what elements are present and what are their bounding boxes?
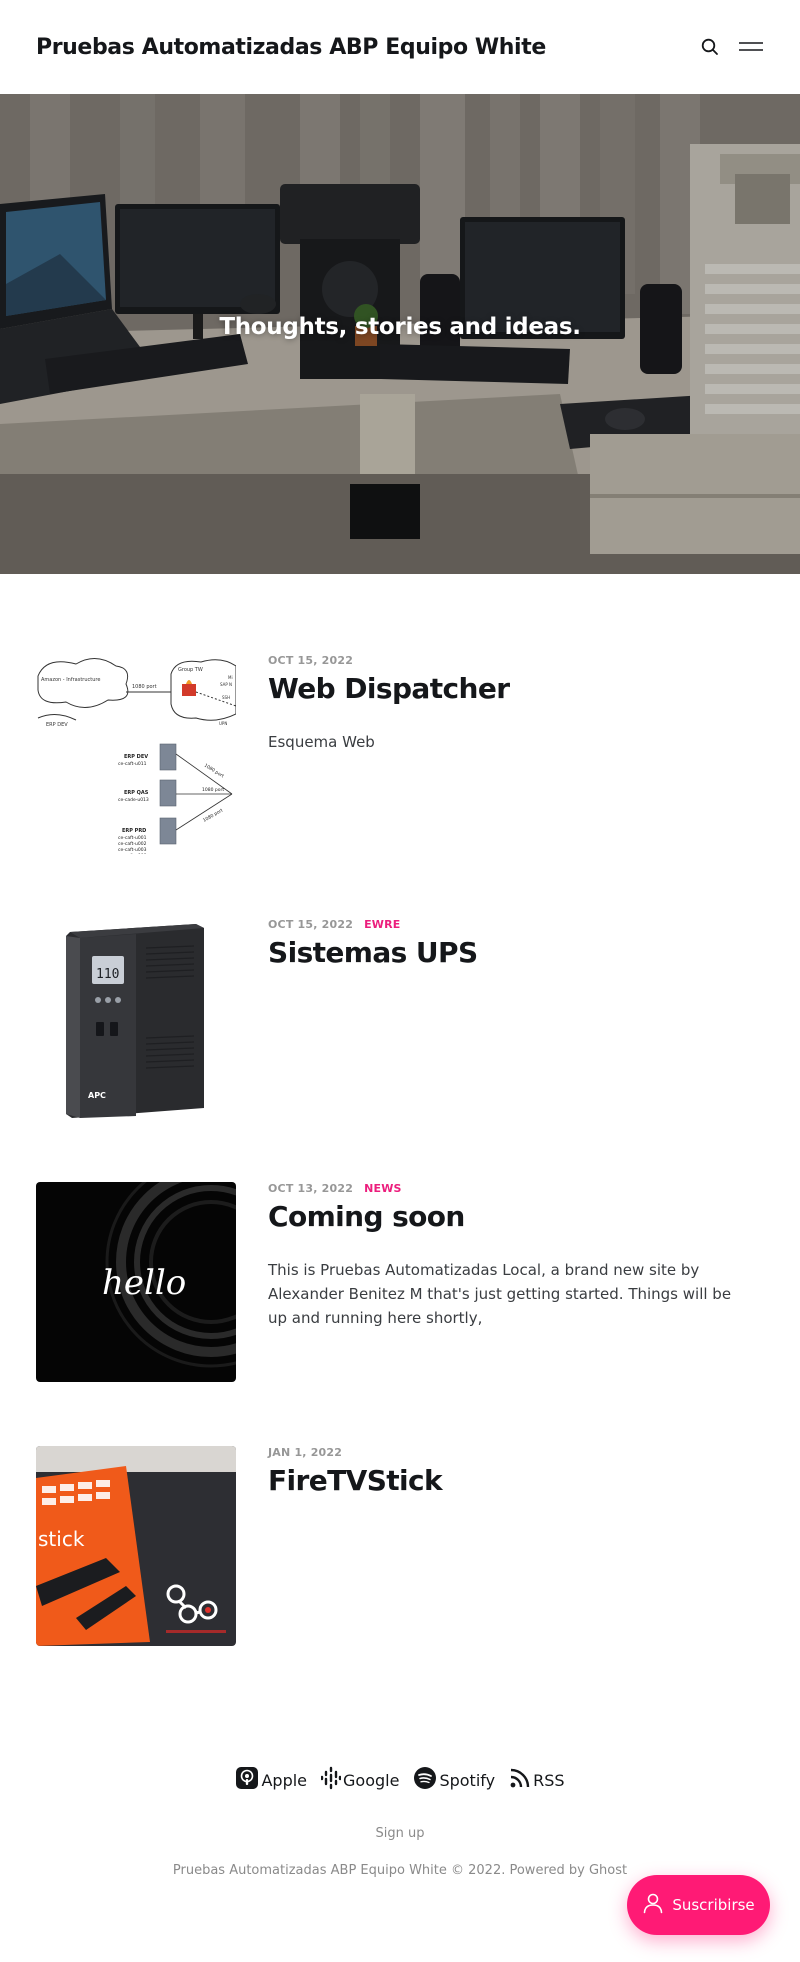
post-title[interactable]: Coming soon [268, 1200, 465, 1233]
hero-tagline: Thoughts, stories and ideas. [219, 314, 581, 340]
ups-display: 110 [96, 967, 119, 982]
search-icon[interactable] [700, 37, 720, 57]
post-meta: OCT 15, 2022 EWRE [268, 918, 401, 931]
post-card[interactable]: Amazon - Infrastructure 1080 port Group … [36, 654, 764, 854]
post-meta: JAN 1, 2022 [268, 1446, 342, 1459]
diagram-label: Amazon - Infrastructure [41, 677, 100, 683]
post-date: OCT 13, 2022 [268, 1182, 354, 1195]
post-date: OCT 15, 2022 [268, 918, 354, 931]
post-image[interactable]: Amazon - Infrastructure 1080 port Group … [36, 654, 236, 854]
post-date: JAN 1, 2022 [268, 1446, 343, 1459]
subscribe-label: Suscribirse [672, 1896, 755, 1914]
footer-link-label: Spotify [439, 1770, 496, 1790]
post-image[interactable]: 110 APC [36, 918, 236, 1118]
footer-link-apple[interactable]: Apple [235, 1766, 307, 1794]
footer-podcast-links: Apple Google Spotify RSS [0, 1766, 800, 1794]
footer-link-label: Google [343, 1770, 400, 1790]
post-meta: OCT 13, 2022 NEWS [268, 1182, 402, 1195]
diagram-label: ce-cade-u013 [118, 797, 149, 803]
subscribe-button[interactable]: Suscribirse [627, 1875, 770, 1935]
site-title[interactable]: Pruebas Automatizadas ABP Equipo White [36, 35, 546, 60]
diagram-label: ce-caft-u011 [118, 761, 147, 767]
ups-brand: APC [88, 1091, 106, 1100]
diagram-label: UPN [219, 721, 227, 726]
post-tag[interactable]: EWRE [364, 918, 400, 931]
post-card[interactable]: 110 APC OCT 15, 2022 EWRE Sistemas UPS [36, 918, 764, 1118]
diagram-label: ERP QAS [124, 790, 149, 796]
diagram-label: ERP DEV [46, 722, 68, 728]
footer-link-rss[interactable]: RSS [509, 1767, 565, 1793]
diagram-label: 1080 port [132, 684, 157, 690]
diagram-label: SAP N [220, 682, 232, 687]
footer-link-spotify[interactable]: Spotify [413, 1766, 495, 1794]
footer-link-label: Apple [261, 1770, 308, 1790]
diagram-label: ce-caft-u008 [118, 853, 147, 854]
footer-link-label: RSS [533, 1770, 565, 1790]
signup-link[interactable]: Sign up [0, 1826, 800, 1841]
diagram-label: Group TW [178, 667, 203, 673]
footer-link-google[interactable]: Google [320, 1766, 400, 1794]
hello-text: hello [102, 1263, 186, 1303]
google-podcasts-icon [320, 1766, 342, 1794]
spotify-icon [413, 1766, 437, 1794]
firetv-box-text: stick [38, 1527, 85, 1551]
podcast-icon [235, 1766, 259, 1794]
post-excerpt: Esquema Web [268, 733, 375, 751]
diagram-label: ce-caft-u001 [118, 835, 147, 841]
diagram-label: ERP DEV [124, 754, 148, 760]
diagram-label: 1080 port [202, 787, 224, 793]
user-icon [642, 1892, 664, 1918]
site-header: Pruebas Automatizadas ABP Equipo White [0, 0, 800, 94]
diagram-label: ce-caft-u002 [118, 841, 147, 847]
diagram-label: ce-caft-u003 [118, 847, 147, 853]
diagram-label: SSH [222, 695, 230, 700]
hero-cover: Thoughts, stories and ideas. [0, 94, 800, 574]
menu-icon[interactable] [738, 40, 764, 54]
post-date: OCT 15, 2022 [268, 654, 354, 667]
post-title[interactable]: Sistemas UPS [268, 936, 478, 969]
post-meta: OCT 15, 2022 [268, 654, 353, 667]
post-excerpt: This is Pruebas Automatizadas Local, a b… [268, 1261, 732, 1327]
post-title[interactable]: FireTVStick [268, 1464, 443, 1497]
rss-icon [509, 1767, 531, 1793]
diagram-label: ERP PRD [122, 828, 146, 834]
post-card[interactable]: hello OCT 13, 2022 NEWS Coming soon This… [36, 1182, 764, 1382]
post-title[interactable]: Web Dispatcher [268, 672, 510, 705]
post-card[interactable]: stick JAN 1, 2022 FireTVStick [36, 1446, 764, 1646]
header-actions [700, 37, 764, 57]
post-tag[interactable]: NEWS [364, 1182, 402, 1195]
post-image[interactable]: hello [36, 1182, 236, 1382]
diagram-label: Mi [228, 675, 233, 680]
post-image[interactable]: stick [36, 1446, 236, 1646]
